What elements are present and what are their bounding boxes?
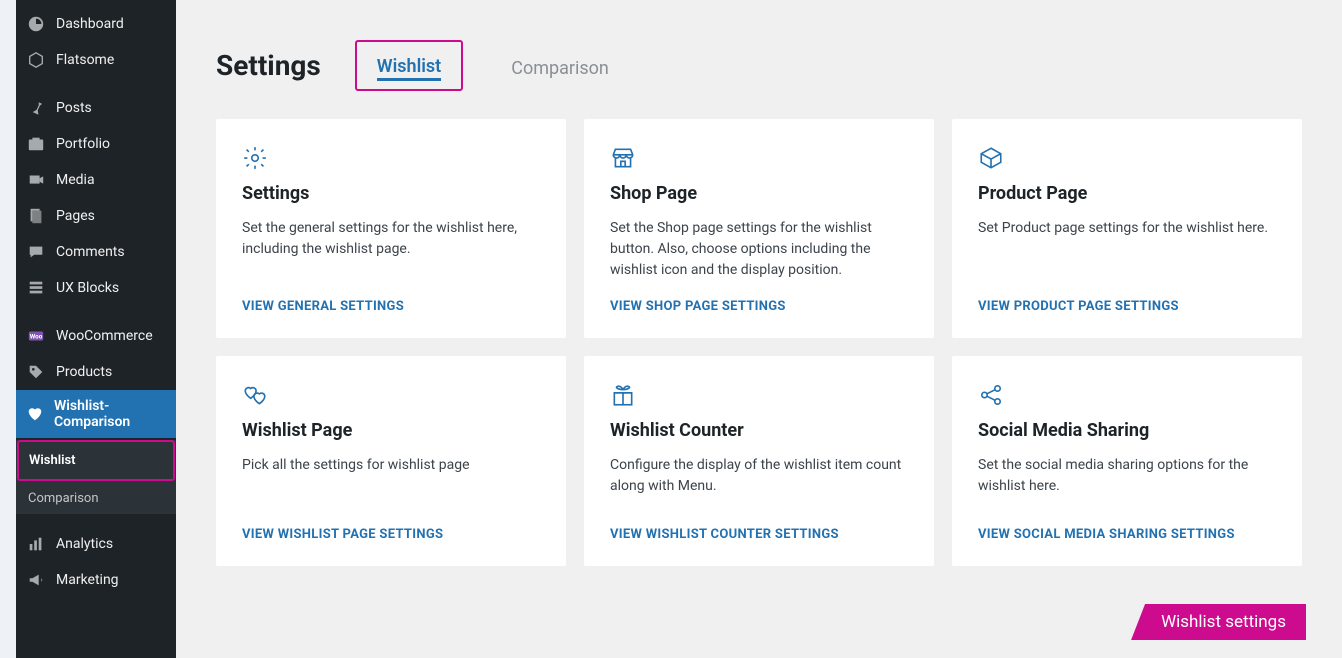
- hearts-icon: [242, 382, 540, 408]
- sidebar-item-label: Wishlist-Comparison: [54, 398, 166, 430]
- sidebar-item-posts[interactable]: Posts: [16, 90, 176, 126]
- sidebar-item-portfolio[interactable]: Portfolio: [16, 126, 176, 162]
- tag-icon: [26, 362, 46, 382]
- sidebar-item-comments[interactable]: Comments: [16, 234, 176, 270]
- woocommerce-icon: Woo: [26, 326, 46, 346]
- sidebar-item-label: Media: [56, 172, 95, 188]
- sidebar-item-media[interactable]: Media: [16, 162, 176, 198]
- card-shop-page: Shop Page Set the Shop page settings for…: [584, 119, 934, 338]
- sidebar: Dashboard Flatsome Posts Portfolio Media…: [16, 0, 176, 658]
- tabs: Wishlist Comparison: [355, 40, 629, 91]
- card-title: Wishlist Counter: [610, 420, 908, 441]
- card-link-general-settings[interactable]: VIEW GENERAL SETTINGS: [242, 299, 540, 314]
- box-icon: [978, 145, 1276, 171]
- card-title: Settings: [242, 183, 540, 204]
- sidebar-item-label: Dashboard: [56, 16, 124, 32]
- card-title: Social Media Sharing: [978, 420, 1276, 441]
- tab-comparison[interactable]: Comparison: [491, 44, 629, 91]
- gear-icon: [242, 145, 540, 171]
- svg-text:Woo: Woo: [30, 333, 43, 341]
- card-title: Product Page: [978, 183, 1276, 204]
- share-icon: [978, 382, 1276, 408]
- sidebar-item-ux-blocks[interactable]: UX Blocks: [16, 270, 176, 306]
- card-social-sharing: Social Media Sharing Set the social medi…: [952, 356, 1302, 566]
- heart-icon: [26, 404, 44, 424]
- analytics-icon: [26, 534, 46, 554]
- card-desc: Set the Shop page settings for the wishl…: [610, 218, 908, 281]
- wishlist-settings-badge: Wishlist settings: [1131, 604, 1306, 640]
- card-link-wishlist-counter[interactable]: VIEW WISHLIST COUNTER SETTINGS: [610, 527, 908, 542]
- sidebar-item-label: Portfolio: [56, 136, 110, 152]
- card-desc: Pick all the settings for wishlist page: [242, 455, 540, 509]
- blocks-icon: [26, 278, 46, 298]
- sidebar-item-dashboard[interactable]: Dashboard: [16, 6, 176, 42]
- sidebar-submenu: Wishlist Comparison: [16, 440, 176, 514]
- sidebar-item-label: Products: [56, 364, 112, 380]
- main-content: Settings Wishlist Comparison Settings Se…: [176, 0, 1342, 658]
- comments-icon: [26, 242, 46, 262]
- pages-icon: [26, 206, 46, 226]
- card-desc: Set the general settings for the wishlis…: [242, 218, 540, 281]
- sidebar-item-label: Flatsome: [56, 52, 114, 68]
- card-link-social-sharing[interactable]: VIEW SOCIAL MEDIA SHARING SETTINGS: [978, 527, 1276, 542]
- sidebar-item-wishlist-comparison[interactable]: Wishlist-Comparison: [16, 390, 176, 438]
- gift-icon: [610, 382, 908, 408]
- pin-icon: [26, 98, 46, 118]
- sidebar-item-label: UX Blocks: [56, 280, 119, 296]
- sidebar-item-label: Marketing: [56, 572, 119, 588]
- sidebar-item-label: Analytics: [56, 536, 113, 552]
- cards-grid: Settings Set the general settings for th…: [216, 119, 1302, 566]
- sidebar-item-label: WooCommerce: [56, 328, 153, 344]
- page-title: Settings: [216, 49, 321, 82]
- sidebar-item-flatsome[interactable]: Flatsome: [16, 42, 176, 78]
- card-desc: Configure the display of the wishlist it…: [610, 455, 908, 509]
- card-wishlist-counter: Wishlist Counter Configure the display o…: [584, 356, 934, 566]
- megaphone-icon: [26, 570, 46, 590]
- card-product-page: Product Page Set Product page settings f…: [952, 119, 1302, 338]
- card-link-shop-page[interactable]: VIEW SHOP PAGE SETTINGS: [610, 299, 908, 314]
- submenu-item-wishlist[interactable]: Wishlist: [17, 440, 175, 481]
- portfolio-icon: [26, 134, 46, 154]
- sidebar-item-label: Pages: [56, 208, 95, 224]
- card-title: Shop Page: [610, 183, 908, 204]
- sidebar-item-products[interactable]: Products: [16, 354, 176, 390]
- sidebar-item-marketing[interactable]: Marketing: [16, 562, 176, 598]
- sidebar-item-woocommerce[interactable]: Woo WooCommerce: [16, 318, 176, 354]
- dashboard-icon: [26, 14, 46, 34]
- card-title: Wishlist Page: [242, 420, 540, 441]
- sidebar-item-analytics[interactable]: Analytics: [16, 526, 176, 562]
- card-settings: Settings Set the general settings for th…: [216, 119, 566, 338]
- card-desc: Set the social media sharing options for…: [978, 455, 1276, 509]
- sidebar-item-label: Posts: [56, 100, 92, 116]
- media-icon: [26, 170, 46, 190]
- tab-wishlist[interactable]: Wishlist: [355, 40, 463, 91]
- shop-icon: [610, 145, 908, 171]
- sidebar-item-pages[interactable]: Pages: [16, 198, 176, 234]
- card-desc: Set Product page settings for the wishli…: [978, 218, 1276, 281]
- sidebar-item-label: Comments: [56, 244, 125, 260]
- card-wishlist-page: Wishlist Page Pick all the settings for …: [216, 356, 566, 566]
- card-link-product-page[interactable]: VIEW PRODUCT PAGE SETTINGS: [978, 299, 1276, 314]
- card-link-wishlist-page[interactable]: VIEW WISHLIST PAGE SETTINGS: [242, 527, 540, 542]
- flatsome-icon: [26, 50, 46, 70]
- submenu-item-comparison[interactable]: Comparison: [16, 483, 176, 514]
